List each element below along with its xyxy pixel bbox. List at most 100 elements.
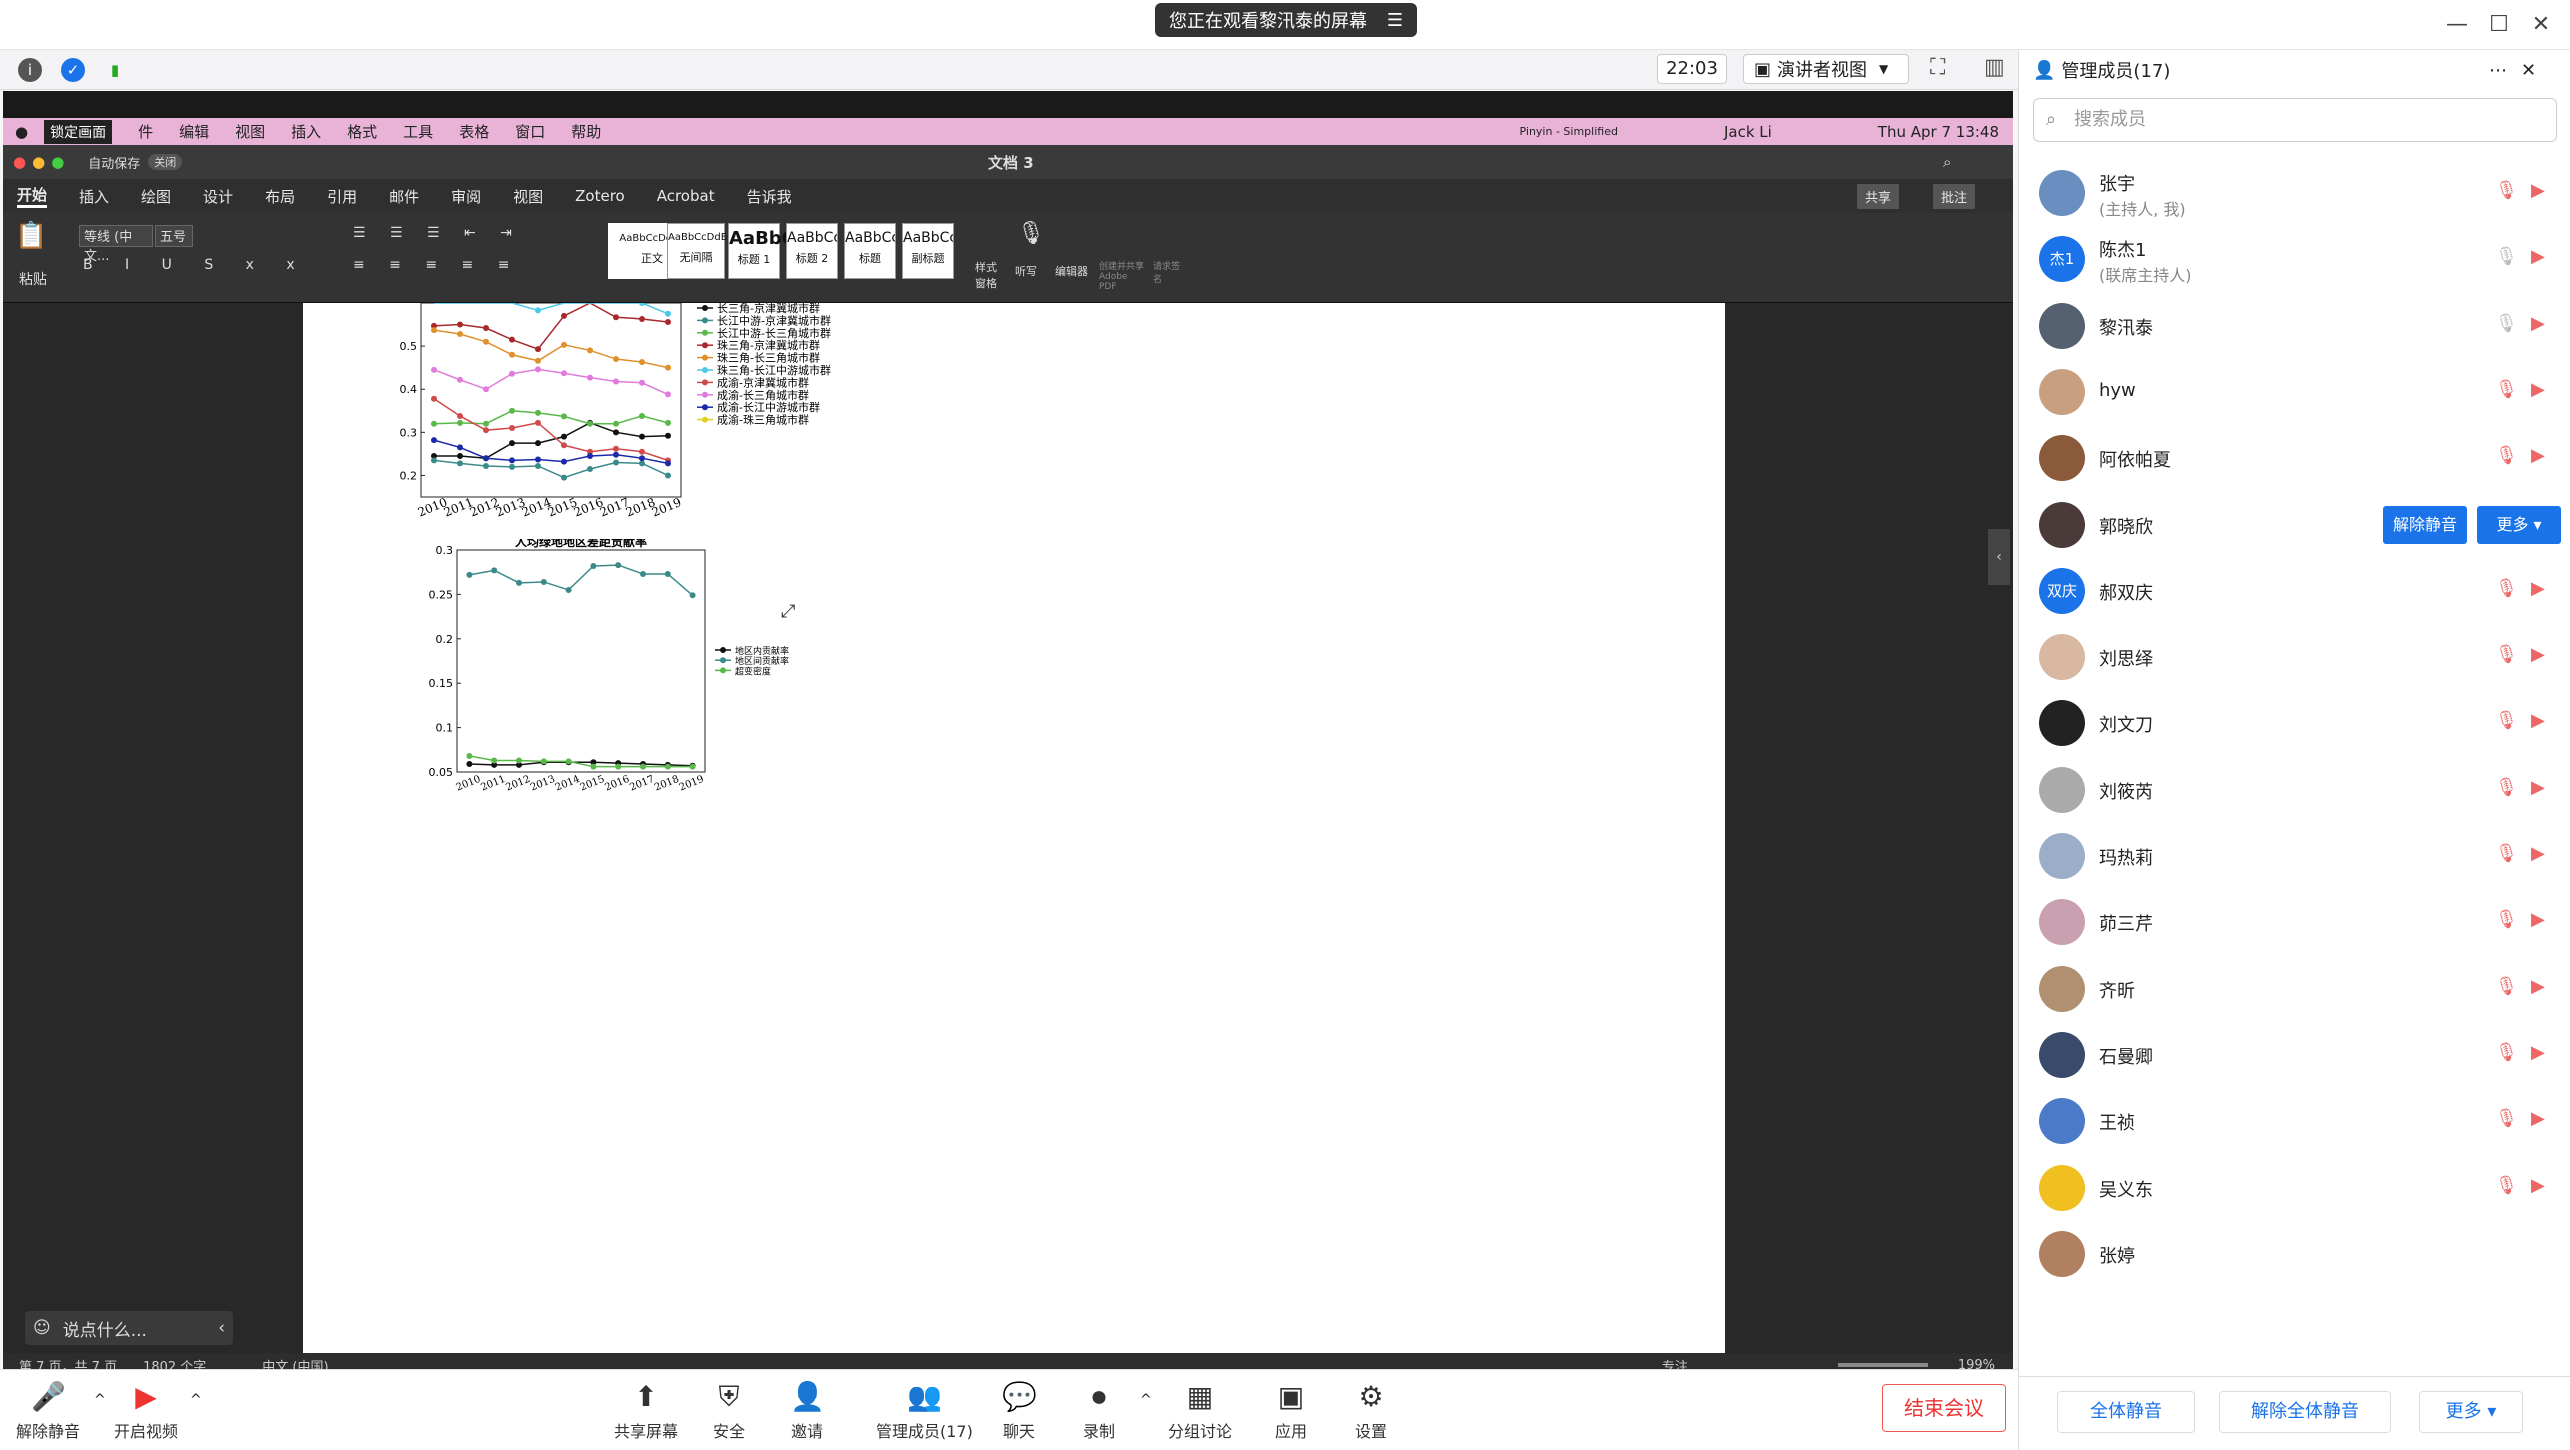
format-buttons[interactable]: B I U S x x: [83, 257, 309, 273]
mic-muted-icon[interactable]: 🎙: [2495, 313, 2518, 334]
mic-muted-icon[interactable]: 🎙: [2495, 710, 2518, 731]
camera-off-icon[interactable]: ▶: [2531, 1042, 2545, 1063]
member-row[interactable]: 刘文刀 🎙 ▶: [2019, 690, 2570, 756]
zoom-slider[interactable]: [1837, 1363, 1928, 1367]
mic-muted-icon[interactable]: 🎙: [2495, 578, 2518, 599]
screen-share-banner[interactable]: 您正在观看黎汛泰的屏幕 ☰: [1155, 3, 1417, 37]
mic-muted-icon[interactable]: 🎙: [2495, 777, 2518, 798]
member-row[interactable]: 张宇 (主持人, 我) 🎙 ▶: [2019, 160, 2570, 226]
font-size-select[interactable]: 五号: [155, 225, 193, 247]
camera-off-icon[interactable]: ▶: [2531, 843, 2545, 864]
mic-muted-icon[interactable]: 🎙: [2495, 379, 2518, 400]
apps-button[interactable]: ▣ 应用: [1274, 1380, 1308, 1442]
maximize-button[interactable]: ☐: [2484, 10, 2514, 40]
microphone-icon[interactable]: 🎙: [1017, 221, 1045, 246]
menu-item[interactable]: 表格: [459, 121, 489, 142]
breakout-button[interactable]: ▦ 分组讨论: [1168, 1380, 1232, 1442]
tab-view[interactable]: 视图: [513, 186, 543, 207]
style-title[interactable]: AaBbCcI 标题: [844, 223, 896, 279]
chevron-up-icon[interactable]: ^: [94, 1392, 106, 1408]
member-row[interactable]: 茆三芹 🎙 ▶: [2019, 889, 2570, 955]
tab-references[interactable]: 引用: [327, 186, 357, 207]
share-screen-button[interactable]: ⬆ 共享屏幕: [614, 1380, 678, 1442]
autosave-toggle[interactable]: 关闭: [148, 154, 183, 170]
tab-design[interactable]: 设计: [203, 186, 233, 207]
sidebar-toggle-icon[interactable]: ▥: [1984, 55, 2005, 80]
member-row[interactable]: 玛热莉 🎙 ▶: [2019, 823, 2570, 889]
mic-muted-icon[interactable]: 🎙: [2495, 1175, 2518, 1196]
member-more-button[interactable]: 更多 ▾: [2477, 505, 2561, 544]
mic-muted-icon[interactable]: 🎙: [2495, 644, 2518, 665]
request-signature-label[interactable]: 请求签名: [1153, 259, 1183, 285]
member-unmute-button[interactable]: 解除静音: [2383, 505, 2467, 544]
camera-off-icon[interactable]: ▶: [2531, 246, 2545, 267]
camera-off-icon[interactable]: ▶: [2531, 644, 2545, 665]
search-icon[interactable]: ⌕: [1943, 153, 1951, 171]
invite-button[interactable]: 👤 邀请: [790, 1380, 825, 1442]
minimize-dot-icon[interactable]: ●: [32, 153, 45, 171]
camera-off-icon[interactable]: ▶: [2531, 976, 2545, 997]
style-heading-2[interactable]: AaBbCcI 标题 2: [786, 223, 838, 279]
member-row[interactable]: 张婷: [2019, 1221, 2570, 1287]
lock-badge[interactable]: 锁定画面: [44, 119, 113, 144]
mic-muted-icon[interactable]: 🎙: [2495, 843, 2518, 864]
collapse-arrow-icon[interactable]: ‹: [1988, 529, 2010, 585]
paste-icon[interactable]: 📋: [15, 221, 47, 251]
emoji-icon[interactable]: ☺: [33, 1318, 51, 1338]
align-buttons[interactable]: ≡ ≡ ≡ ≡ ≡: [353, 257, 519, 273]
tab-acrobat[interactable]: Acrobat: [657, 187, 715, 205]
settings-button[interactable]: ⚙ 设置: [1354, 1380, 1388, 1442]
paste-label[interactable]: 粘贴: [19, 269, 47, 289]
menu-icon[interactable]: ☰: [1387, 10, 1403, 31]
font-name-select[interactable]: 等线 (中文...: [79, 225, 153, 264]
input-method[interactable]: Pinyin - Simplified: [1520, 125, 1618, 138]
tab-mailings[interactable]: 邮件: [389, 186, 419, 207]
start-video-button[interactable]: ▶ 开启视频: [114, 1380, 178, 1442]
menu-item[interactable]: 视图: [235, 121, 265, 142]
member-row[interactable]: 吴义东 🎙 ▶: [2019, 1155, 2570, 1221]
member-search-input[interactable]: ⌕ 搜索成员: [2033, 98, 2557, 142]
info-icon[interactable]: i: [18, 58, 42, 82]
member-row[interactable]: 齐昕 🎙 ▶: [2019, 956, 2570, 1022]
fullscreen-icon[interactable]: ⛶: [1930, 55, 1945, 80]
mic-muted-icon[interactable]: 🎙: [2495, 445, 2518, 466]
manage-members-button[interactable]: 👥 管理成员(17): [876, 1380, 973, 1442]
menu-item[interactable]: 工具: [403, 121, 433, 142]
paragraph-buttons[interactable]: ☰ ☰ ☰ ⇤ ⇥: [353, 225, 522, 241]
dictate-label[interactable]: 听写: [1015, 263, 1037, 279]
footer-more-button[interactable]: 更多 ▾: [2419, 1391, 2523, 1433]
menu-item[interactable]: 格式: [347, 121, 377, 142]
mic-muted-icon[interactable]: 🎙: [2495, 1042, 2518, 1063]
camera-off-icon[interactable]: ▶: [2531, 1175, 2545, 1196]
member-row[interactable]: 杰1 陈杰1 (联席主持人) 🎙 ▶: [2019, 226, 2570, 292]
menu-item[interactable]: 件: [138, 121, 153, 142]
camera-off-icon[interactable]: ▶: [2531, 445, 2545, 466]
mic-muted-icon[interactable]: 🎙: [2495, 180, 2518, 201]
camera-off-icon[interactable]: ▶: [2531, 909, 2545, 930]
shield-icon[interactable]: ✓: [61, 58, 85, 82]
style-heading-1[interactable]: AaBbC 标题 1: [728, 223, 795, 279]
mic-muted-icon[interactable]: 🎙: [2495, 1108, 2518, 1129]
tab-zotero[interactable]: Zotero: [575, 187, 625, 205]
tab-tell-me[interactable]: 告诉我: [747, 186, 792, 207]
camera-off-icon[interactable]: ▶: [2531, 180, 2545, 201]
adobe-pdf-label[interactable]: 创建并共享 Adobe PDF: [1099, 259, 1147, 292]
zoom-dot-icon[interactable]: ●: [51, 153, 64, 171]
member-row[interactable]: 阿依帕夏 🎙 ▶: [2019, 425, 2570, 491]
mic-muted-icon[interactable]: 🎙: [2495, 976, 2518, 997]
tab-insert[interactable]: 插入: [79, 186, 109, 207]
tab-home[interactable]: 开始: [17, 184, 48, 208]
tab-draw[interactable]: 绘图: [141, 186, 171, 207]
mute-all-button[interactable]: 全体静音: [2057, 1391, 2195, 1433]
chevron-up-icon[interactable]: ^: [1140, 1392, 1152, 1408]
menu-item[interactable]: 插入: [291, 121, 321, 142]
security-button[interactable]: ⛨ 安全: [712, 1380, 746, 1442]
view-dropdown[interactable]: ▣ 演讲者视图 ▼: [1743, 54, 1909, 84]
chat-button[interactable]: 💬 聊天: [1002, 1380, 1037, 1442]
camera-off-icon[interactable]: ▶: [2531, 313, 2545, 334]
menu-item[interactable]: 窗口: [515, 121, 545, 142]
styles-pane-button[interactable]: 样式窗格: [975, 259, 1005, 291]
document-page[interactable]: 0.2 0.3 0.4 0.5 2010 2011 2012 2013 2014 2015 2016…: [303, 303, 1725, 1353]
comments-button[interactable]: 批注: [1933, 183, 1976, 209]
chat-input[interactable]: ☺ 说点什么... ‹: [25, 1311, 233, 1345]
